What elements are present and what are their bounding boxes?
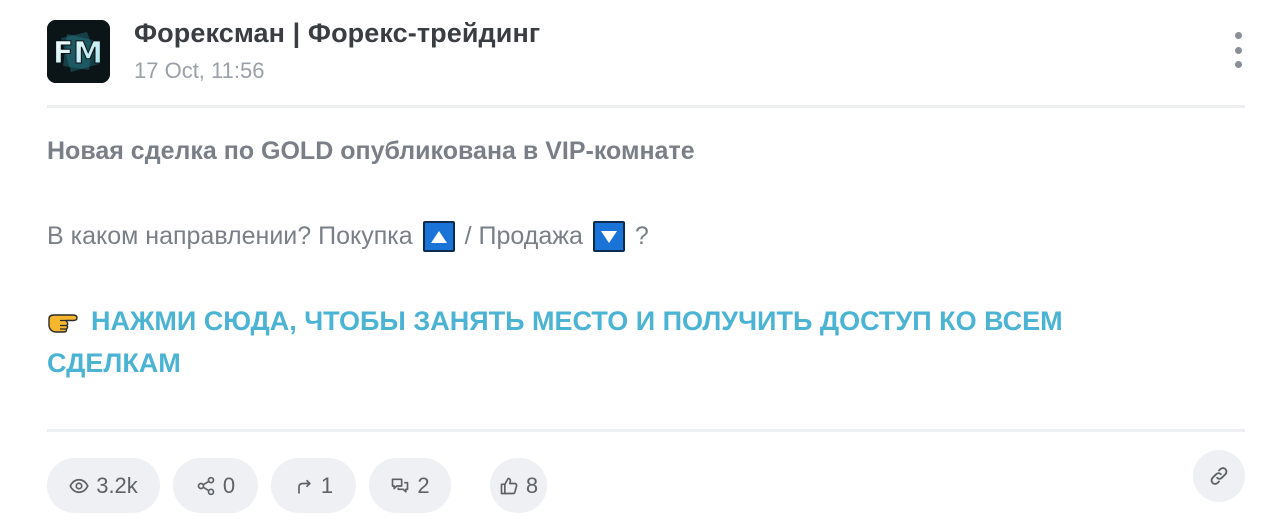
- views-count: 3.2k: [96, 472, 138, 498]
- avatar-logo: FM: [47, 20, 110, 83]
- down-arrow-icon: [592, 221, 625, 252]
- post-timestamp: 17 Oct, 11:56: [134, 58, 265, 83]
- shares-count: 0: [222, 472, 236, 498]
- likes-count: 8: [525, 472, 539, 498]
- more-vertical-icon[interactable]: [1231, 32, 1245, 68]
- forward-icon: [298, 479, 311, 493]
- forward-button[interactable]: 1: [271, 458, 356, 513]
- cta-link[interactable]: НАЖМИ СЮДА, ЧТОБЫ ЗАНЯТЬ МЕСТО И ПОЛУЧИТ…: [47, 300, 1167, 384]
- post-footer: 3.2k 0 1 2 8: [47, 450, 1245, 514]
- menu-dot: [1234, 46, 1242, 54]
- question-end: ?: [634, 222, 649, 250]
- question-mid: / Продажа: [464, 222, 583, 250]
- menu-dot: [1234, 61, 1242, 68]
- post-body: Новая сделка по GOLD опубликована в VIP-…: [47, 110, 1245, 432]
- share-button[interactable]: 0: [173, 458, 258, 513]
- thumbs-up-icon: [500, 477, 518, 494]
- share-icon: [197, 476, 215, 495]
- like-button[interactable]: 8: [490, 458, 547, 513]
- post-header: FM Форексман | Форекс-трейдинг 17 Oct, 1…: [47, 0, 1245, 108]
- post-question: В каком направлении? Покупка / Продажа ?: [47, 221, 649, 252]
- cta-text: НАЖМИ СЮДА, ЧТОБЫ ЗАНЯТЬ МЕСТО И ПОЛУЧИТ…: [47, 306, 1063, 378]
- up-arrow-icon: [422, 221, 455, 252]
- pointing-hand-icon: [48, 314, 78, 333]
- avatar-text: FM: [53, 36, 103, 71]
- comments-icon: [392, 478, 409, 493]
- views-counter[interactable]: 3.2k: [47, 458, 160, 513]
- copy-link-button[interactable]: [1193, 450, 1245, 502]
- post-card: FM Форексман | Форекс-трейдинг 17 Oct, 1…: [0, 0, 1283, 525]
- channel-name[interactable]: Форексман | Форекс-трейдинг: [134, 18, 540, 49]
- comments-count: 2: [417, 472, 430, 498]
- post-headline: Новая сделка по GOLD опубликована в VIP-…: [47, 137, 695, 165]
- menu-dot: [1234, 32, 1242, 39]
- comments-button[interactable]: 2: [369, 458, 451, 513]
- question-start: В каком направлении? Покупка: [47, 222, 413, 250]
- eye-icon: [69, 478, 89, 493]
- forwards-count: 1: [320, 472, 334, 498]
- link-icon: [1210, 467, 1228, 485]
- channel-avatar[interactable]: FM: [47, 20, 110, 83]
